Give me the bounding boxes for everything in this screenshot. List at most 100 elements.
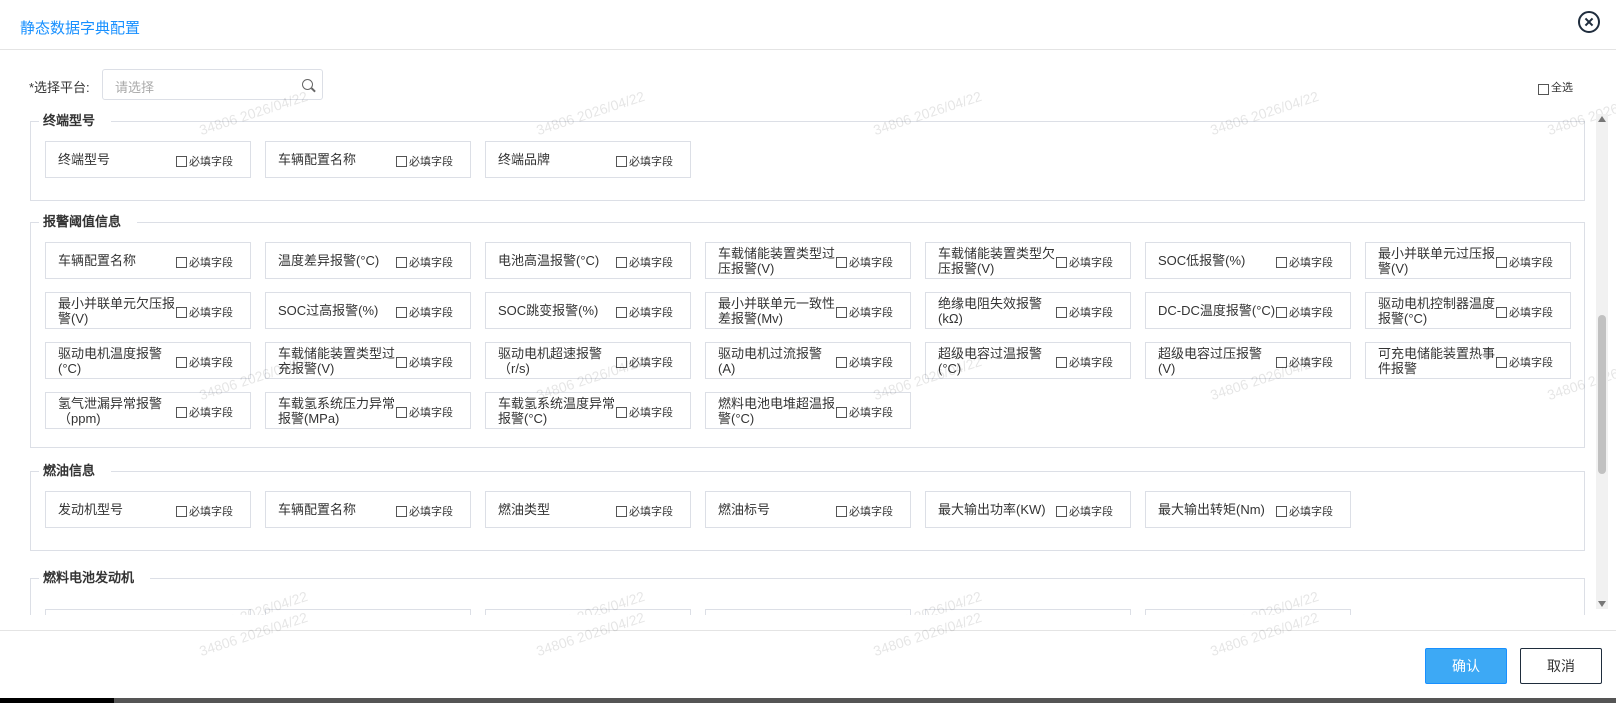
- field-label: 驱动电机过流报警(A): [718, 345, 823, 376]
- watermark: 34806 2026/04/22: [1208, 608, 1321, 660]
- required-toggle[interactable]: 必填字段: [616, 503, 673, 519]
- required-checkbox[interactable]: [836, 256, 847, 268]
- required-toggle[interactable]: 必填字段: [836, 254, 893, 270]
- required-checkbox[interactable]: [1276, 505, 1287, 517]
- field-label: 超级电容过温报警(°C): [938, 345, 1043, 376]
- search-icon[interactable]: [302, 79, 313, 90]
- required-toggle[interactable]: 必填字段: [176, 254, 233, 270]
- select-all[interactable]: 全选: [1538, 79, 1573, 95]
- required-checkbox[interactable]: [176, 256, 187, 268]
- required-checkbox[interactable]: [176, 306, 187, 318]
- required-toggle[interactable]: 必填字段: [616, 254, 673, 270]
- required-checkbox[interactable]: [396, 256, 407, 268]
- required-checkbox[interactable]: [1496, 256, 1507, 268]
- required-toggle[interactable]: 必填字段: [836, 304, 893, 320]
- required-checkbox[interactable]: [396, 406, 407, 418]
- field-label: 车载氢系统温度异常报警(°C): [498, 395, 616, 426]
- required-checkbox[interactable]: [836, 306, 847, 318]
- required-toggle[interactable]: 必填字段: [1276, 304, 1333, 320]
- required-checkbox[interactable]: [176, 505, 187, 517]
- scroll-down-arrow-icon[interactable]: [1598, 601, 1606, 607]
- required-toggle[interactable]: 必填字段: [1496, 254, 1553, 270]
- select-all-checkbox[interactable]: [1538, 83, 1549, 95]
- required-label: 必填字段: [1509, 307, 1553, 319]
- required-checkbox[interactable]: [396, 306, 407, 318]
- required-checkbox[interactable]: [836, 505, 847, 517]
- required-checkbox[interactable]: [616, 406, 627, 418]
- required-toggle[interactable]: 必填字段: [176, 153, 233, 169]
- platform-select[interactable]: 请选择: [102, 69, 323, 100]
- required-checkbox[interactable]: [1056, 505, 1067, 517]
- required-label: 必填字段: [189, 506, 233, 518]
- field-item: 超级电容过压报警(V) 必填字段: [1145, 342, 1351, 379]
- required-checkbox[interactable]: [396, 155, 407, 167]
- required-toggle[interactable]: 必填字段: [1056, 354, 1113, 370]
- required-checkbox[interactable]: [616, 505, 627, 517]
- required-toggle[interactable]: 必填字段: [836, 503, 893, 519]
- required-toggle[interactable]: 必填字段: [616, 404, 673, 420]
- required-checkbox[interactable]: [396, 505, 407, 517]
- required-toggle[interactable]: 必填字段: [176, 304, 233, 320]
- required-toggle[interactable]: 必填字段: [836, 354, 893, 370]
- required-toggle[interactable]: 必填字段: [396, 153, 453, 169]
- required-toggle[interactable]: 必填字段: [616, 153, 673, 169]
- field-item: 车载储能装置类型过充报警(V) 必填字段: [265, 342, 471, 379]
- required-toggle[interactable]: 必填字段: [396, 354, 453, 370]
- required-label: 必填字段: [1069, 506, 1113, 518]
- required-checkbox[interactable]: [1276, 256, 1287, 268]
- required-checkbox[interactable]: [396, 356, 407, 368]
- required-label: 必填字段: [629, 506, 673, 518]
- required-toggle[interactable]: 必填字段: [1056, 254, 1113, 270]
- required-toggle[interactable]: 必填字段: [1056, 304, 1113, 320]
- required-toggle[interactable]: 必填字段: [396, 404, 453, 420]
- required-checkbox[interactable]: [1056, 306, 1067, 318]
- dialog-header: 静态数据字典配置: [0, 0, 1616, 50]
- cancel-button[interactable]: 取消: [1520, 648, 1602, 684]
- field-label: 最小并联单元过压报警(V): [1378, 245, 1496, 276]
- field-item: 车载氢系统压力异常报警(MPa) 必填字段: [265, 392, 471, 429]
- required-checkbox[interactable]: [1496, 356, 1507, 368]
- required-checkbox[interactable]: [616, 155, 627, 167]
- required-toggle[interactable]: 必填字段: [176, 503, 233, 519]
- required-checkbox[interactable]: [836, 356, 847, 368]
- required-checkbox[interactable]: [176, 406, 187, 418]
- required-toggle[interactable]: 必填字段: [616, 304, 673, 320]
- required-checkbox[interactable]: [1496, 306, 1507, 318]
- dialog-footer: 34806 2026/04/22 34806 2026/04/22 34806 …: [0, 609, 1616, 703]
- required-checkbox[interactable]: [616, 356, 627, 368]
- field-box-clipped: [45, 609, 251, 615]
- required-checkbox[interactable]: [176, 155, 187, 167]
- dialog-body: *选择平台: 请选择 全选 终端型号 终端型号 必填字段 车辆配置名称 必填字段 终端品…: [0, 50, 1616, 615]
- required-checkbox[interactable]: [836, 406, 847, 418]
- required-toggle[interactable]: 必填字段: [1056, 503, 1113, 519]
- required-checkbox[interactable]: [1276, 306, 1287, 318]
- required-toggle[interactable]: 必填字段: [616, 354, 673, 370]
- required-toggle[interactable]: 必填字段: [1496, 304, 1553, 320]
- required-toggle[interactable]: 必填字段: [176, 354, 233, 370]
- field-label: 燃料电池电堆超温报警(°C): [718, 395, 836, 426]
- section-alarm-threshold: 报警阈值信息 车辆配置名称 必填字段 温度差异报警(°C) 必填字段 电池高温报警(°C…: [30, 213, 1585, 448]
- required-toggle[interactable]: 必填字段: [176, 404, 233, 420]
- vertical-scrollbar[interactable]: [1596, 114, 1608, 609]
- required-toggle[interactable]: 必填字段: [1276, 503, 1333, 519]
- confirm-button[interactable]: 确认: [1425, 648, 1507, 684]
- required-checkbox[interactable]: [1056, 356, 1067, 368]
- required-checkbox[interactable]: [1276, 356, 1287, 368]
- required-checkbox[interactable]: [1056, 256, 1067, 268]
- required-checkbox[interactable]: [616, 256, 627, 268]
- platform-placeholder: 请选择: [115, 80, 155, 95]
- required-toggle[interactable]: 必填字段: [396, 503, 453, 519]
- scroll-up-arrow-icon[interactable]: [1598, 116, 1606, 122]
- required-checkbox[interactable]: [616, 306, 627, 318]
- field-label: 最大输出转矩(Nm): [1158, 502, 1265, 517]
- required-toggle[interactable]: 必填字段: [1276, 354, 1333, 370]
- close-icon[interactable]: [1578, 11, 1600, 33]
- required-toggle[interactable]: 必填字段: [396, 304, 453, 320]
- scroll-thumb[interactable]: [1598, 315, 1606, 474]
- dialog-title: 静态数据字典配置: [20, 20, 141, 37]
- required-toggle[interactable]: 必填字段: [396, 254, 453, 270]
- required-toggle[interactable]: 必填字段: [1276, 254, 1333, 270]
- required-toggle[interactable]: 必填字段: [836, 404, 893, 420]
- required-toggle[interactable]: 必填字段: [1496, 354, 1553, 370]
- required-checkbox[interactable]: [176, 356, 187, 368]
